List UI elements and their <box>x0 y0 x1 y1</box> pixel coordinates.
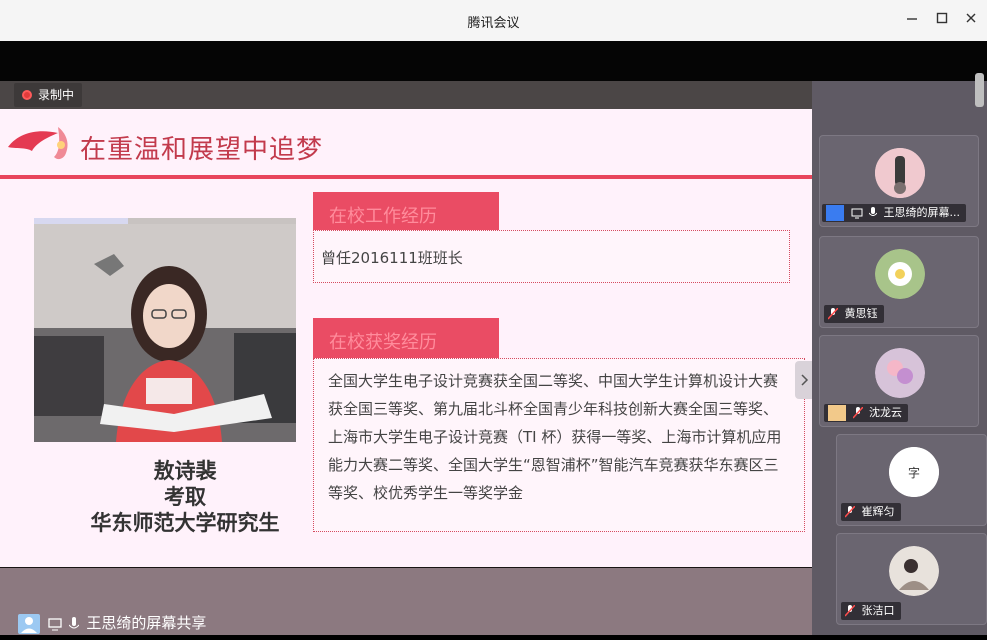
participant-tile[interactable]: 王思绮的屏幕... <box>819 135 979 227</box>
avatar <box>889 546 939 596</box>
meeting-stage: 录制中 在重温和展望中追梦 敖诗裴 考取 华东师范大学研究生 在校工作经历 曾任… <box>0 41 987 635</box>
chevron-right-icon <box>801 374 809 386</box>
participant-name: 张洁口 <box>861 604 895 617</box>
work-experience-content: 曾任2016111班班长 <box>313 230 790 283</box>
flame-logo-icon <box>8 127 68 160</box>
mic-icon <box>868 207 878 216</box>
title-bar: 腾讯会议 <box>0 0 987 41</box>
avatar: 字 <box>889 447 939 497</box>
mic-muted-icon <box>827 307 839 320</box>
next-page-button[interactable] <box>795 361 813 399</box>
screen-share-icon <box>48 617 62 630</box>
work-experience-header: 在校工作经历 <box>313 192 499 232</box>
title-underline <box>0 175 812 179</box>
participant-tile[interactable]: 字 崔辉匀 <box>836 434 987 526</box>
avatar <box>875 348 925 398</box>
slide-title: 在重温和展望中追梦 <box>80 135 324 165</box>
mic-icon <box>68 616 79 628</box>
close-icon[interactable] <box>962 11 980 29</box>
recording-label: 录制中 <box>38 88 75 102</box>
participant-name-tag: 沈龙云 <box>824 404 908 422</box>
avatar-placeholder-icon <box>826 205 844 221</box>
mic-muted-icon <box>844 505 856 518</box>
person-illustration <box>34 224 296 442</box>
recording-indicator[interactable]: 录制中 <box>14 83 83 107</box>
participant-name-tag: 王思绮的屏幕... <box>822 204 966 222</box>
window-title: 腾讯会议 <box>467 16 520 31</box>
participant-name: 王思绮的屏幕... <box>883 206 961 219</box>
avatar-placeholder-icon <box>828 405 846 421</box>
avatar <box>875 148 925 198</box>
stage-top-area <box>0 41 987 81</box>
maximize-icon[interactable] <box>933 11 951 29</box>
mic-muted-icon <box>844 604 856 617</box>
awards-header: 在校获奖经历 <box>313 318 499 358</box>
shared-slide: 在重温和展望中追梦 敖诗裴 考取 华东师范大学研究生 在校工作经历 曾任2016… <box>0 109 812 567</box>
participant-name-tag: 黄思钰 <box>824 305 884 323</box>
minimize-icon[interactable] <box>903 11 921 29</box>
photo-top-strip <box>34 218 128 224</box>
user-avatar-icon <box>18 613 40 634</box>
svg-text:字: 字 <box>908 465 920 480</box>
awards-content: 全国大学生电子设计竞赛获全国二等奖、中国大学生计算机设计大赛获全国三等奖、第九届… <box>313 358 805 532</box>
student-photo <box>34 218 296 442</box>
avatar <box>875 249 925 299</box>
screen-share-icon <box>851 208 862 219</box>
participant-name-tag: 张洁口 <box>841 602 901 620</box>
record-dot-icon <box>22 89 32 100</box>
participant-tile[interactable]: 沈龙云 <box>819 335 979 427</box>
participant-tile[interactable]: 黄思钰 <box>819 236 979 328</box>
share-label: 王思绮的屏幕共享 <box>86 614 207 632</box>
participant-name-tag: 崔辉匀 <box>841 503 901 521</box>
participant-name: 沈龙云 <box>869 406 902 419</box>
participant-tile[interactable]: 张洁口 <box>836 533 987 625</box>
participant-name: 崔辉匀 <box>861 505 895 518</box>
mic-muted-icon <box>851 406 864 419</box>
screen-share-bar: 王思绮的屏幕共享 <box>18 612 206 634</box>
panel-scrollbar[interactable] <box>975 73 984 107</box>
participant-panel: 王思绮的屏幕... 黄思钰 沈龙云 字 崔辉匀 张洁口 <box>812 81 987 635</box>
participant-name: 黄思钰 <box>844 307 878 320</box>
caption-school: 华东师范大学研究生 <box>90 511 280 535</box>
slide-header: 在重温和展望中追梦 <box>0 109 812 177</box>
